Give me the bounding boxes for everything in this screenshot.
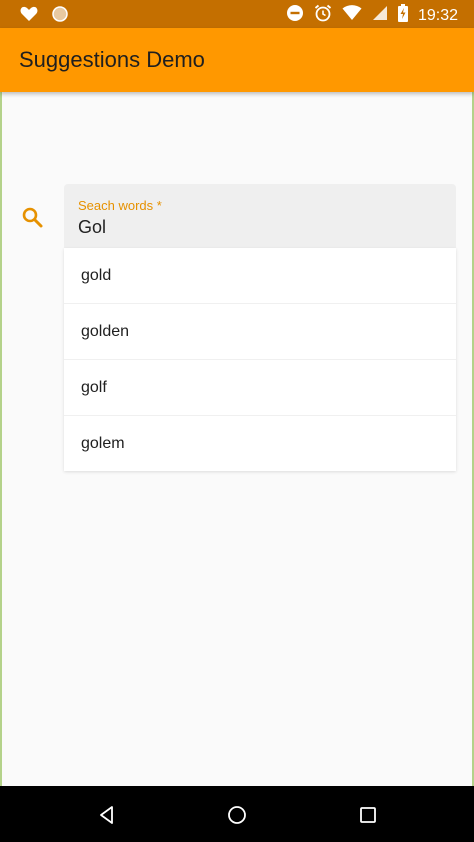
suggestion-item[interactable]: gold (64, 248, 456, 304)
suggestion-item[interactable]: golem (64, 416, 456, 471)
circle-notification-icon (52, 6, 68, 27)
suggestion-item[interactable]: golf (64, 360, 456, 416)
alarm-icon (314, 4, 332, 27)
recents-icon[interactable] (357, 804, 379, 826)
navigation-bar (0, 786, 474, 842)
heart-icon (20, 6, 38, 27)
app-bar: Suggestions Demo (0, 28, 474, 92)
search-field-label: Seach words * (78, 198, 162, 213)
status-time: 19:32 (417, 6, 458, 24)
page-title: Suggestions Demo (19, 47, 205, 72)
status-bar: 19:32 (0, 0, 474, 28)
home-icon[interactable] (226, 804, 248, 826)
do-not-disturb-icon (286, 4, 304, 27)
search-icon (20, 205, 44, 229)
suggestions-list: gold golden golf golem (64, 248, 456, 471)
suggestion-item[interactable]: golden (64, 304, 456, 360)
search-field[interactable]: Seach words * (64, 184, 456, 248)
search-input[interactable] (78, 217, 438, 238)
battery-charging-icon (397, 4, 408, 27)
back-icon[interactable] (96, 804, 118, 826)
signal-icon (372, 5, 388, 26)
wifi-icon (342, 5, 362, 26)
